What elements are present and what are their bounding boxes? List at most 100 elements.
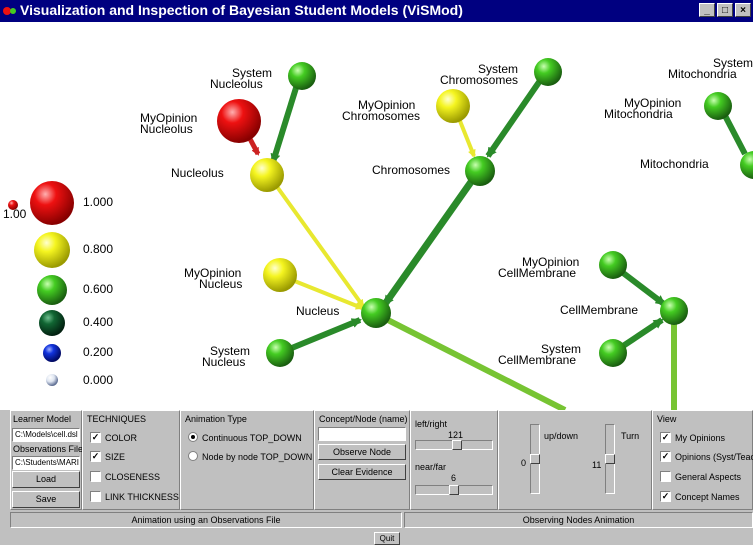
node-system-nucleus[interactable] xyxy=(266,339,294,367)
link-chromosomes-nucleus xyxy=(382,169,481,307)
general-aspects-checkbox[interactable] xyxy=(660,471,671,482)
label-myopinion-nucleolus-2: Nucleolus xyxy=(140,122,193,136)
legend-swatch-5 xyxy=(43,344,61,362)
left-right-value: 121 xyxy=(448,430,464,440)
left-right-thumb[interactable] xyxy=(452,440,462,450)
title-bar: Visualization and Inspection of Bayesian… xyxy=(0,0,753,22)
node-system-chromosomes[interactable] xyxy=(534,58,562,86)
animation-type-title: Animation Type xyxy=(185,414,247,424)
turn-thumb[interactable] xyxy=(605,454,615,464)
updown-slider[interactable] xyxy=(530,424,540,494)
color-checkbox[interactable]: ✓ xyxy=(90,432,101,443)
size-label: SIZE xyxy=(105,452,126,462)
continuous-radio[interactable] xyxy=(188,432,198,442)
label-mitochondria-top: Mitochondria xyxy=(668,67,737,81)
learner-model-field[interactable]: C:\Models\cell.dsl xyxy=(12,428,80,442)
position-panel: left/right 121 near/far 6 xyxy=(410,410,498,510)
concept-node-input[interactable] xyxy=(318,427,406,441)
techniques-title: TECHNIQUES xyxy=(87,414,147,424)
label-myopinion-mitochondria-2: Mitochondria xyxy=(604,107,673,121)
concept-node-title: Concept/Node (name) xyxy=(319,414,408,424)
status-right: Observing Nodes Animation xyxy=(404,512,753,528)
label-system-cellmembrane-2: CellMembrane xyxy=(498,353,576,367)
link-thickness-label: LINK THICKNESS xyxy=(105,492,179,502)
maximize-icon[interactable]: □ xyxy=(717,3,733,17)
view-panel: View ✓ My Opinions ✓ Opinions (Syst/Teac… xyxy=(652,410,753,510)
animation-type-panel: Animation Type Continuous TOP_DOWN Node … xyxy=(180,410,314,510)
left-right-slider[interactable] xyxy=(415,440,493,450)
node-by-node-radio[interactable] xyxy=(188,451,198,461)
label-nucleus: Nucleus xyxy=(296,304,339,318)
legend-swatch-4 xyxy=(39,310,65,336)
node-myopinion-chromosomes[interactable] xyxy=(436,89,470,123)
model-visualization[interactable]: System Nucleolus MyOpinion Nucleolus Nuc… xyxy=(0,22,753,410)
observations-file-label: Observations File xyxy=(13,444,84,454)
closeness-checkbox[interactable] xyxy=(90,471,101,482)
node-cellmembrane[interactable] xyxy=(660,297,688,325)
rotation-panel: up/down 0 Turn 11 xyxy=(498,410,652,510)
left-right-label: left/right xyxy=(415,419,448,429)
label-system-nucleus-2: Nucleus xyxy=(202,355,245,369)
closeness-label: CLOSENESS xyxy=(105,472,161,482)
node-system-cellmembrane[interactable] xyxy=(599,339,627,367)
my-opinions-checkbox[interactable]: ✓ xyxy=(660,432,671,443)
observe-node-button[interactable]: Observe Node xyxy=(318,444,406,460)
concept-names-checkbox[interactable]: ✓ xyxy=(660,491,671,502)
observations-file-field[interactable]: C:\Students\MARI xyxy=(12,456,80,470)
node-nucleolus[interactable] xyxy=(250,158,284,192)
learner-model-label: Learner Model xyxy=(13,414,72,424)
near-far-slider[interactable] xyxy=(415,485,493,495)
legend: 1.00 1.000 0.800 0.600 0.400 0.200 0.000 xyxy=(3,181,113,387)
window-title: Visualization and Inspection of Bayesian… xyxy=(20,2,463,18)
node-myopinion-mitochondria[interactable] xyxy=(704,92,732,120)
save-button[interactable]: Save xyxy=(12,491,80,508)
label-myopinion-nucleus-2: Nucleus xyxy=(199,277,242,291)
updown-thumb[interactable] xyxy=(530,454,540,464)
general-aspects-label: General Aspects xyxy=(675,472,742,482)
legend-value-4: 0.400 xyxy=(83,315,113,329)
legend-value-3: 0.600 xyxy=(83,282,113,296)
turn-label: Turn xyxy=(621,431,640,441)
close-icon[interactable]: × xyxy=(735,3,751,17)
node-by-node-label: Node by node TOP_DOWN xyxy=(202,452,313,462)
color-label: COLOR xyxy=(105,433,138,443)
label-system-chromosomes-2: Chromosomes xyxy=(440,73,518,87)
legend-value-2: 0.800 xyxy=(83,242,113,256)
link-thickness-checkbox[interactable] xyxy=(90,491,101,502)
node-system-nucleolus[interactable] xyxy=(288,62,316,90)
techniques-panel: TECHNIQUES ✓ COLOR ✓ SIZE CLOSENESS LINK… xyxy=(82,410,180,510)
clear-evidence-button[interactable]: Clear Evidence xyxy=(318,464,406,480)
legend-swatch-2 xyxy=(34,232,70,268)
opinions-syst-teach-label: Opinions (Syst/Teach) xyxy=(675,452,753,462)
quit-button[interactable]: Quit xyxy=(374,532,400,545)
status-left: Animation using an Observations File xyxy=(10,512,402,528)
updown-label: up/down xyxy=(544,431,579,441)
node-mitochondria[interactable] xyxy=(740,151,753,179)
near-far-value: 6 xyxy=(451,473,457,483)
learner-model-panel: Learner Model C:\Models\cell.dsl Observa… xyxy=(10,410,84,510)
my-opinions-label: My Opinions xyxy=(675,433,726,443)
legend-value-6: 0.000 xyxy=(83,373,113,387)
near-far-thumb[interactable] xyxy=(449,485,459,495)
continuous-label: Continuous TOP_DOWN xyxy=(202,433,302,443)
app-icon xyxy=(3,7,16,15)
label-mitochondria: Mitochondria xyxy=(640,157,709,171)
size-checkbox[interactable]: ✓ xyxy=(90,451,101,462)
opinions-syst-teach-checkbox[interactable]: ✓ xyxy=(660,451,671,462)
links xyxy=(237,70,748,410)
turn-slider[interactable] xyxy=(605,424,615,494)
label-cellmembrane: CellMembrane xyxy=(560,303,638,317)
load-button[interactable]: Load xyxy=(12,471,80,488)
updown-value: 0 xyxy=(521,458,527,468)
turn-value: 11 xyxy=(592,460,602,470)
node-myopinion-nucleus[interactable] xyxy=(263,258,297,292)
node-chromosomes[interactable] xyxy=(465,156,495,186)
link-system-nucleus xyxy=(280,317,362,355)
minimize-icon[interactable]: _ xyxy=(699,3,715,17)
legend-swatch-1 xyxy=(30,181,74,225)
node-nucleus[interactable] xyxy=(361,298,391,328)
label-nucleolus: Nucleolus xyxy=(171,166,224,180)
node-myopinion-cellmembrane[interactable] xyxy=(599,251,627,279)
node-myopinion-nucleolus[interactable] xyxy=(217,99,261,143)
label-myopinion-chromosomes-2: Chromosomes xyxy=(342,109,420,123)
